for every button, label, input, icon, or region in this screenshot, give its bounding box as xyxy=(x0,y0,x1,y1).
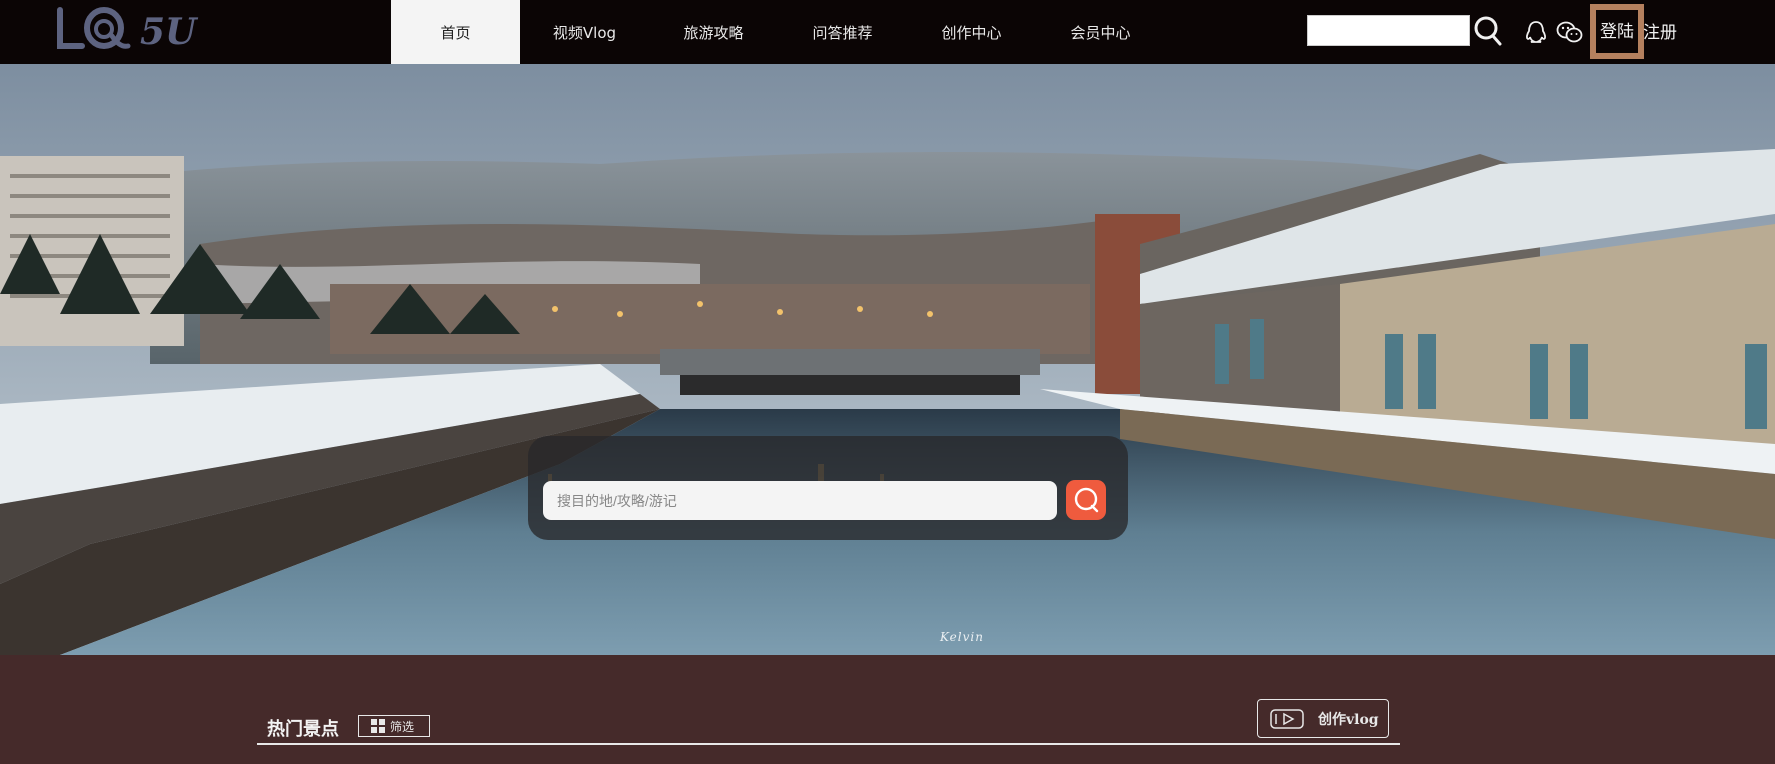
destination-search-input[interactable] xyxy=(543,481,1057,520)
nav-item-4[interactable]: 创作中心 xyxy=(907,0,1036,64)
section-divider xyxy=(257,743,1400,745)
section-title: 热门景点 xyxy=(267,719,339,740)
nav-item-5[interactable]: 会员中心 xyxy=(1036,0,1165,64)
search-icon xyxy=(1074,487,1099,513)
site-logo[interactable]: 5U xyxy=(56,2,216,58)
hero-canal-photo xyxy=(0,64,1775,655)
create-vlog-label: 创作vlog xyxy=(1318,711,1379,728)
filter-button[interactable]: 筛选 xyxy=(358,715,430,737)
video-play-icon xyxy=(1270,708,1304,729)
grid-icon xyxy=(371,719,385,733)
register-link[interactable]: 注册 xyxy=(1643,18,1677,43)
hero-search-button[interactable] xyxy=(1066,480,1106,520)
logo-mark: 5U xyxy=(57,7,199,53)
photo-credit-watermark: Kelvin xyxy=(940,630,984,644)
search-icon[interactable] xyxy=(1473,15,1503,47)
create-vlog-button[interactable]: 创作vlog xyxy=(1257,699,1389,738)
logo-text: 5U xyxy=(140,11,199,53)
qq-penguin-icon[interactable] xyxy=(1525,20,1547,44)
filter-label: 筛选 xyxy=(390,719,415,734)
header-search-input[interactable] xyxy=(1307,15,1470,46)
nav-item-3[interactable]: 问答推荐 xyxy=(778,0,907,64)
nav-item-2[interactable]: 旅游攻略 xyxy=(649,0,778,64)
login-button[interactable]: 登陆 xyxy=(1590,4,1644,59)
main-nav: 首页 视频Vlog 旅游攻略 问答推荐 创作中心 会员中心 xyxy=(391,0,1165,64)
nav-item-0[interactable]: 首页 xyxy=(391,0,520,64)
top-navbar: 5U 首页 视频Vlog 旅游攻略 问答推荐 创作中心 会员中心 登陆 注册 xyxy=(0,0,1775,64)
wechat-icon[interactable] xyxy=(1556,20,1584,44)
nav-item-1[interactable]: 视频Vlog xyxy=(520,0,649,64)
hot-spots-section: 热门景点 筛选 创作vlog xyxy=(0,655,1775,764)
hero-search-panel xyxy=(528,436,1128,540)
hero-banner: Kelvin xyxy=(0,64,1775,655)
